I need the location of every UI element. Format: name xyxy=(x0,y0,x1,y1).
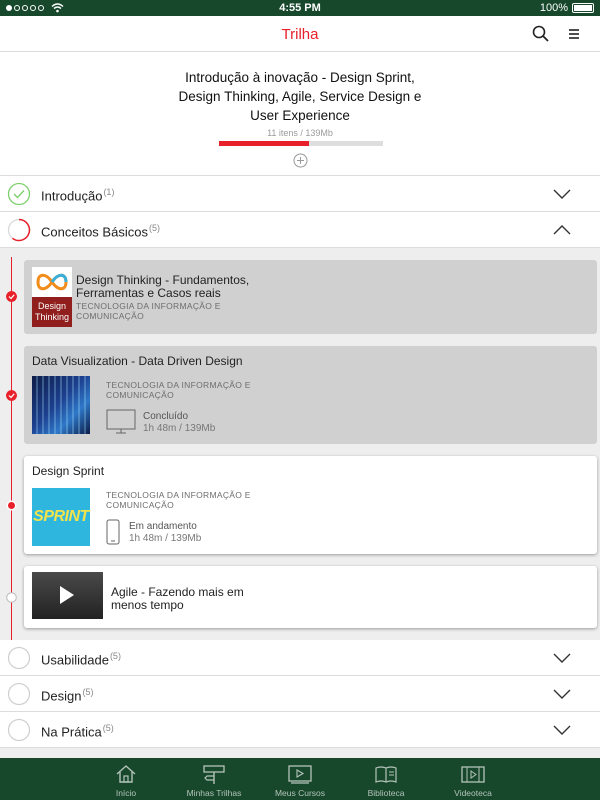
section-design[interactable]: Design(5) xyxy=(0,676,600,712)
empty-circle-icon xyxy=(7,682,31,706)
course-category: TECNOLOGIA DA INFORMAÇÃO E COMUNICAÇÃO xyxy=(76,301,221,321)
section-count: (5) xyxy=(109,651,121,661)
course-card[interactable]: Data Visualization - Data Driven Design … xyxy=(24,346,597,444)
search-icon[interactable] xyxy=(531,24,551,44)
section-title: Conceitos Básicos xyxy=(41,224,148,240)
chevron-down-icon[interactable] xyxy=(553,724,571,736)
section-introducao[interactable]: Introdução(1) xyxy=(0,176,600,212)
section-count: (5) xyxy=(148,223,160,233)
section-count: (5) xyxy=(82,687,94,697)
plus-circle-icon[interactable] xyxy=(293,153,308,168)
section-title: Design xyxy=(41,688,82,704)
course-thumbnail-text: Design Thinking xyxy=(32,297,72,327)
timeline-check-icon xyxy=(6,291,17,302)
battery-percent: 100% xyxy=(539,2,568,14)
course-status: Concluído xyxy=(143,411,189,422)
nav-meus-cursos[interactable]: Meus Cursos xyxy=(268,758,332,800)
status-time: 4:55 PM xyxy=(279,2,321,14)
course-category: TECNOLOGIA DA INFORMAÇÃO E COMUNICAÇÃO xyxy=(106,490,251,510)
course-thumbnail xyxy=(32,572,103,619)
course-category: TECNOLOGIA DA INFORMAÇÃO E COMUNICAÇÃO xyxy=(106,380,251,400)
empty-circle-icon xyxy=(7,646,31,670)
course-thumbnail xyxy=(32,376,90,434)
timeline-check-icon xyxy=(6,390,17,401)
empty-circle-icon xyxy=(7,718,31,742)
section-label: Introdução(1) xyxy=(41,187,114,203)
course-progress-fill xyxy=(219,141,310,146)
nav-label: Videoteca xyxy=(454,788,492,798)
course-info: Introdução à inovação - Design Sprint, D… xyxy=(0,52,600,176)
section-usabilidade[interactable]: Usabilidade(5) xyxy=(0,640,600,676)
app-header: Trilha xyxy=(0,16,600,52)
home-icon xyxy=(116,765,136,783)
phone-icon xyxy=(106,519,120,545)
section-label: Design(5) xyxy=(41,687,93,703)
course-meta: 11 itens / 139Mb xyxy=(267,128,333,138)
nav-videoteca[interactable]: Videoteca xyxy=(443,758,503,800)
chevron-up-icon[interactable] xyxy=(553,224,571,236)
check-circle-icon xyxy=(7,182,31,206)
nav-label: Início xyxy=(115,788,137,798)
progress-ring-icon xyxy=(7,218,31,242)
battery-icon xyxy=(572,3,594,13)
nav-biblioteca[interactable]: Biblioteca xyxy=(356,758,416,800)
course-title: Introdução à inovação - Design Sprint, D… xyxy=(178,70,422,123)
course-thumbnail-image xyxy=(32,376,90,434)
course-title: Data Visualization - Data Driven Design xyxy=(32,354,243,368)
nav-inicio[interactable]: Início xyxy=(96,758,156,800)
course-card[interactable]: Agile - Fazendo mais em menos tempo xyxy=(24,566,597,628)
timeline-current-dot xyxy=(6,500,17,511)
course-title: Design Thinking - Fundamentos, Ferrament… xyxy=(76,273,250,300)
timeline-pending-dot xyxy=(6,592,17,603)
nav-minhas-trilhas[interactable]: Minhas Trilhas xyxy=(179,758,249,800)
course-duration: 1h 48m / 139Mb xyxy=(129,533,202,544)
section-title: Na Prática xyxy=(41,724,102,740)
course-status: Em andamento xyxy=(129,521,197,532)
timeline-line xyxy=(11,257,12,641)
nav-label: Meus Cursos xyxy=(274,788,326,798)
course-card[interactable]: Design Thinking Design Thinking - Fundam… xyxy=(24,260,597,334)
hamburger-menu-icon[interactable] xyxy=(565,25,583,43)
section-label: Na Prática(5) xyxy=(41,723,114,739)
chevron-down-icon[interactable] xyxy=(553,188,571,200)
signpost-icon xyxy=(203,765,225,784)
course-title: Agile - Fazendo mais em menos tempo xyxy=(111,585,244,612)
chevron-down-icon[interactable] xyxy=(553,652,571,664)
course-thumbnail: SPRINT xyxy=(32,488,90,546)
section-count: (1) xyxy=(103,187,115,197)
status-bar: 4:55 PM 100% xyxy=(0,0,600,16)
status-right: 100% xyxy=(540,2,594,14)
section-count: (5) xyxy=(102,723,114,733)
page-title: Trilha xyxy=(281,26,319,43)
video-list-icon xyxy=(288,765,312,784)
bottom-navigation: Início Minhas Trilhas Meus Cursos Biblio… xyxy=(0,758,600,800)
nav-label: Minhas Trilhas xyxy=(186,788,242,798)
course-progress-bar xyxy=(219,141,383,146)
course-thumbnail-logo xyxy=(32,267,72,297)
play-icon[interactable] xyxy=(60,586,74,604)
bottom-spacer xyxy=(0,748,600,758)
section-label: Conceitos Básicos(5) xyxy=(41,223,160,239)
course-thumbnail: Design Thinking xyxy=(32,267,72,327)
film-icon xyxy=(461,766,485,783)
course-duration: 1h 48m / 139Mb xyxy=(143,423,216,434)
section-title: Introdução xyxy=(41,188,103,204)
section-title: Usabilidade xyxy=(41,652,109,668)
section-conceitos-basicos[interactable]: Conceitos Básicos(5) xyxy=(0,212,600,248)
monitor-icon xyxy=(106,409,136,434)
nav-label: Biblioteca xyxy=(367,788,405,798)
course-card[interactable]: Design Sprint SPRINT TECNOLOGIA DA INFOR… xyxy=(24,456,597,554)
infinity-logo-icon xyxy=(36,273,68,291)
course-title: Design Sprint xyxy=(32,464,105,478)
section-label: Usabilidade(5) xyxy=(41,651,121,667)
section-na-pratica[interactable]: Na Prática(5) xyxy=(0,712,600,748)
chevron-down-icon[interactable] xyxy=(553,688,571,700)
library-icon xyxy=(375,766,397,783)
